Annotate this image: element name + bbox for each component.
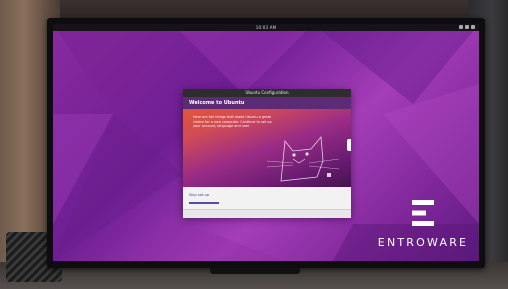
desktop-screen: 10:03 AM Ubuntu Configuration Welcome to…	[53, 24, 479, 261]
dialog-hero: Here are the things that make Ubuntu a g…	[183, 109, 351, 187]
dialog-title: Ubuntu Configuration	[183, 89, 351, 97]
volume-icon[interactable]	[465, 25, 469, 29]
skip-setup-link[interactable]: Skip set-up	[189, 193, 209, 197]
progress-bar	[189, 202, 219, 204]
entroware-logo-icon	[412, 200, 434, 226]
dialog-footer	[183, 209, 351, 218]
clock[interactable]: 10:03 AM	[256, 25, 277, 30]
network-icon[interactable]	[459, 25, 463, 29]
brand-name: ENTROWARE	[377, 236, 469, 249]
entroware-brand: ENTROWARE	[377, 198, 469, 249]
system-tray[interactable]	[459, 25, 475, 29]
dialog-body: Skip set-up	[183, 187, 351, 209]
next-arrow-tab[interactable]	[347, 139, 351, 151]
dialog-header: Welcome to Ubuntu	[183, 97, 351, 109]
monitor: 10:03 AM Ubuntu Configuration Welcome to…	[47, 18, 485, 268]
monitor-stand	[210, 268, 300, 274]
top-panel: 10:03 AM	[53, 24, 479, 31]
welcome-dialog: Ubuntu Configuration Welcome to Ubuntu H…	[183, 89, 351, 218]
power-icon[interactable]	[471, 25, 475, 29]
cat-illustration-icon	[266, 135, 340, 182]
